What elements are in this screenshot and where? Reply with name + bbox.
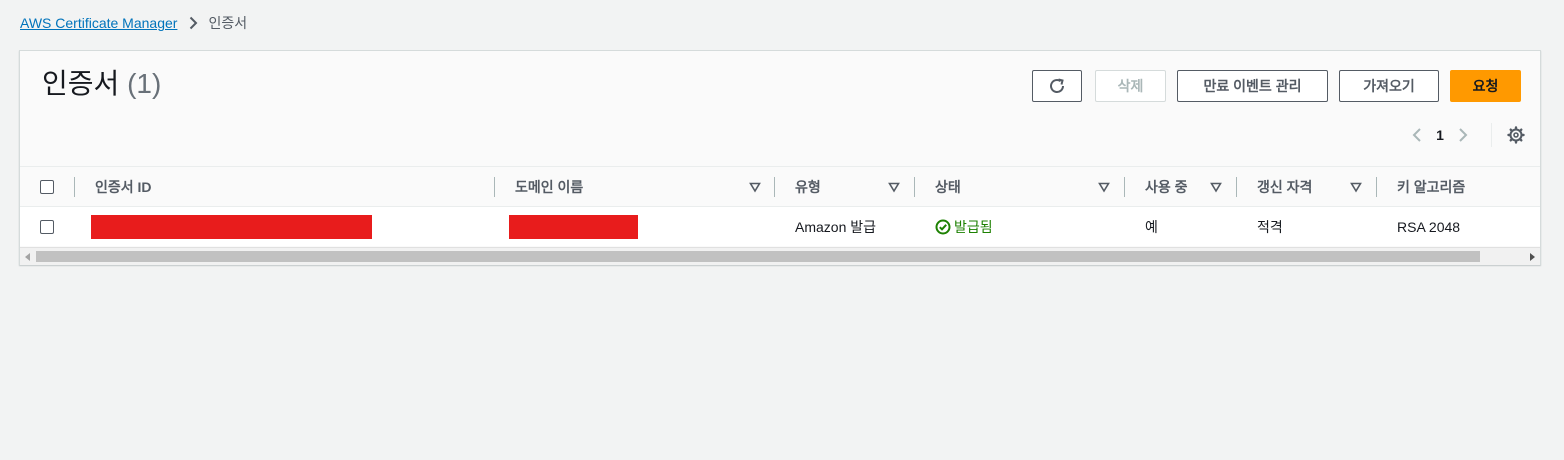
certificates-table: 인증서 ID 도메인 이름 유형 상태 사용 중 갱신 자격 키 알고리즘 Am… — [20, 166, 1540, 265]
chevron-left-icon[interactable] — [1405, 123, 1429, 147]
breadcrumb-link-acm[interactable]: AWS Certificate Manager — [20, 15, 177, 31]
column-header-key-algorithm[interactable]: 키 알고리즘 — [1397, 167, 1465, 206]
cert-id-cell — [91, 207, 372, 246]
breadcrumb-current: 인증서 — [208, 15, 248, 31]
refresh-icon — [1048, 77, 1066, 95]
page-number[interactable]: 1 — [1429, 127, 1451, 143]
page-title-text: 인증서 — [42, 68, 120, 99]
column-header-status[interactable]: 상태 — [935, 167, 961, 206]
row-checkbox[interactable] — [40, 219, 54, 234]
type-cell: Amazon 발급 — [795, 218, 877, 235]
chevron-right-icon — [189, 16, 198, 30]
status-cell: 발급됨 — [935, 207, 993, 246]
breadcrumb: AWS Certificate Manager 인증서 — [20, 13, 247, 33]
check-circle-icon — [935, 219, 951, 234]
column-header-in-use[interactable]: 사용 중 — [1145, 167, 1188, 206]
caret-down-icon[interactable] — [1210, 181, 1222, 193]
column-header-renewal[interactable]: 갱신 자격 — [1257, 167, 1312, 206]
key-algorithm-cell: RSA 2048 — [1397, 218, 1461, 235]
pagination: 1 — [1405, 123, 1528, 147]
table-row[interactable]: Amazon 발급 발급됨 예 적격 RSA 2048 — [20, 207, 1540, 246]
column-divider[interactable] — [1124, 177, 1125, 197]
manage-expiry-events-button[interactable]: 만료 이벤트 관리 — [1177, 70, 1328, 102]
column-divider[interactable] — [774, 177, 775, 197]
caret-down-icon[interactable] — [888, 181, 900, 193]
column-divider[interactable] — [1376, 177, 1377, 197]
select-all-checkbox[interactable] — [40, 179, 54, 194]
column-header-cert-id[interactable]: 인증서 ID — [95, 167, 152, 206]
page-title: 인증서 (1) — [42, 66, 161, 102]
refresh-button[interactable] — [1032, 70, 1082, 102]
chevron-right-icon[interactable] — [1451, 123, 1475, 147]
redacted-domain-name — [509, 214, 638, 239]
scroll-left-icon[interactable] — [20, 248, 36, 265]
pager-divider — [1491, 123, 1492, 147]
domain-cell — [509, 207, 638, 246]
column-divider — [74, 177, 75, 197]
select-all-cell — [40, 167, 54, 206]
column-divider[interactable] — [494, 177, 495, 197]
redacted-cert-id-link[interactable] — [91, 214, 372, 239]
caret-down-icon[interactable] — [1350, 181, 1362, 193]
gear-icon[interactable] — [1504, 123, 1528, 147]
row-select-cell — [40, 207, 54, 246]
delete-button[interactable]: 삭제 — [1095, 70, 1166, 102]
import-button[interactable]: 가져오기 — [1339, 70, 1439, 102]
renewal-cell: 적격 — [1257, 218, 1283, 235]
caret-down-icon[interactable] — [749, 181, 761, 193]
column-header-domain[interactable]: 도메인 이름 — [515, 167, 583, 206]
request-button[interactable]: 요청 — [1450, 70, 1521, 102]
table-header: 인증서 ID 도메인 이름 유형 상태 사용 중 갱신 자격 키 알고리즘 — [20, 167, 1540, 207]
caret-down-icon[interactable] — [1098, 181, 1110, 193]
horizontal-scrollbar[interactable] — [20, 247, 1540, 265]
column-header-type[interactable]: 유형 — [795, 167, 821, 206]
scroll-right-icon[interactable] — [1524, 248, 1540, 265]
status-text: 발급됨 — [954, 218, 993, 235]
column-divider[interactable] — [914, 177, 915, 197]
column-divider[interactable] — [1236, 177, 1237, 197]
certificate-count: (1) — [127, 68, 162, 99]
scroll-thumb[interactable] — [36, 251, 1480, 262]
in-use-cell: 예 — [1145, 218, 1158, 235]
certificates-panel: 인증서 (1) 삭제 만료 이벤트 관리 가져오기 요청 1 인증서 ID 도메… — [19, 50, 1541, 265]
